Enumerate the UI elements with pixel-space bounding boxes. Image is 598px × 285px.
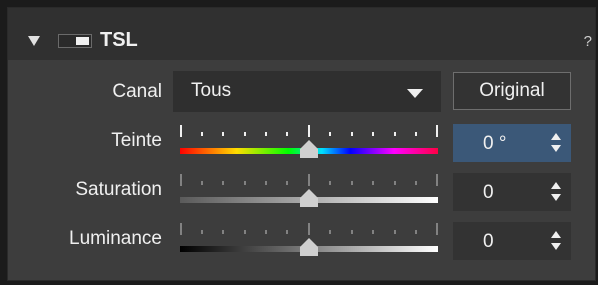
- teinte-tick-marks: [180, 125, 438, 137]
- canal-dropdown[interactable]: Tous: [173, 71, 441, 112]
- panel-title: TSL: [100, 29, 138, 51]
- increment-arrow-icon[interactable]: [551, 182, 561, 189]
- original-button[interactable]: Original: [453, 72, 571, 110]
- saturation-spinbox[interactable]: 0: [453, 173, 571, 211]
- enable-toggle[interactable]: [58, 34, 92, 48]
- saturation-slider-thumb[interactable]: [300, 189, 318, 207]
- saturation-slider[interactable]: [180, 172, 438, 207]
- luminance-value[interactable]: 0: [483, 231, 494, 253]
- saturation-label: Saturation: [75, 179, 162, 200]
- decrement-arrow-icon[interactable]: [551, 194, 561, 201]
- luminance-spinbox[interactable]: 0: [453, 222, 571, 260]
- chevron-down-icon: [407, 89, 423, 98]
- increment-arrow-icon[interactable]: [551, 133, 561, 140]
- luminance-label: Luminance: [69, 228, 162, 249]
- teinte-slider-thumb[interactable]: [300, 140, 318, 158]
- luminance-tick-marks: [180, 223, 438, 235]
- tsl-panel: TSL ? Canal Tous Original Teinte 0 ° Sat…: [7, 7, 596, 281]
- help-icon[interactable]: ?: [584, 33, 592, 50]
- teinte-value[interactable]: 0 °: [483, 133, 506, 155]
- increment-arrow-icon[interactable]: [551, 231, 561, 238]
- saturation-value[interactable]: 0: [483, 182, 494, 204]
- decrement-arrow-icon[interactable]: [551, 145, 561, 152]
- panel-header[interactable]: TSL ?: [8, 8, 595, 60]
- canal-label: Canal: [112, 81, 162, 102]
- luminance-slider[interactable]: [180, 221, 438, 256]
- collapse-triangle-icon[interactable]: [28, 36, 40, 46]
- toggle-knob: [76, 37, 89, 45]
- canal-selected-value: Tous: [191, 80, 232, 101]
- saturation-tick-marks: [180, 174, 438, 186]
- teinte-label: Teinte: [111, 130, 162, 151]
- decrement-arrow-icon[interactable]: [551, 243, 561, 250]
- luminance-slider-thumb[interactable]: [300, 238, 318, 256]
- teinte-spinbox[interactable]: 0 °: [453, 124, 571, 162]
- teinte-slider[interactable]: [180, 123, 438, 158]
